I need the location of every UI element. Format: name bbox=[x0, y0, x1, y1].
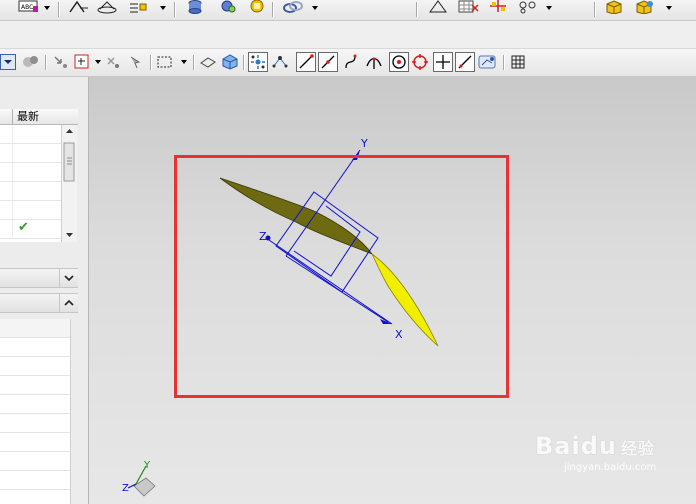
watermark-cn: 经验 bbox=[620, 439, 655, 458]
watermark-brand: Baidu bbox=[535, 432, 617, 460]
triad-y-label: Y bbox=[143, 460, 151, 471]
y-axis-label: Y bbox=[360, 137, 368, 150]
watermark-url: jingyan.baidu.com bbox=[564, 462, 657, 473]
view-triad: Y Z bbox=[122, 460, 156, 497]
highlight-box bbox=[174, 155, 509, 398]
baidu-watermark: Baidu 经验 bbox=[535, 432, 655, 460]
triad-z-label: Z bbox=[122, 483, 129, 494]
